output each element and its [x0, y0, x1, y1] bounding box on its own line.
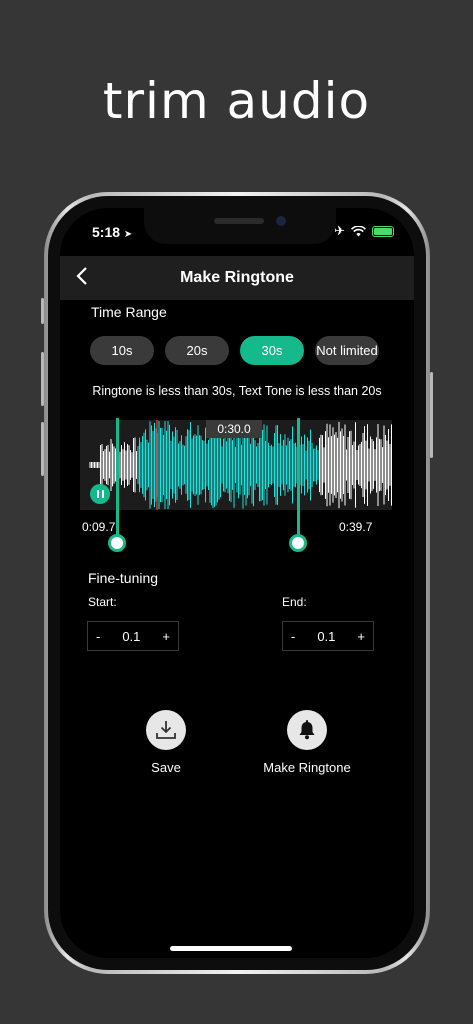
- start-label: Start:: [88, 595, 117, 609]
- make-ringtone-button[interactable]: [287, 710, 327, 750]
- phone-frame: 5:18 ➤ ✈ Make Ringtone Time Range 10s 20…: [44, 192, 430, 974]
- battery-icon: [372, 225, 394, 237]
- navigation-bar: Make Ringtone: [60, 256, 414, 300]
- pause-icon-bar: [96, 490, 99, 498]
- front-camera: [276, 216, 286, 226]
- phone-power-button: [430, 372, 433, 458]
- end-increment-button[interactable]: +: [357, 629, 365, 644]
- pause-icon-bar: [101, 490, 104, 498]
- back-button[interactable]: [76, 266, 96, 290]
- chevron-left-icon: [76, 267, 87, 285]
- start-handle-line[interactable]: [116, 418, 119, 543]
- end-handle-knob[interactable]: [289, 534, 307, 552]
- promo-title: trim audio: [102, 72, 371, 130]
- start-handle-knob[interactable]: [108, 534, 126, 552]
- end-handle-line[interactable]: [297, 418, 300, 543]
- home-indicator: [170, 946, 292, 951]
- airplane-icon: ✈: [334, 223, 345, 238]
- selection-duration: 0:30.0: [206, 420, 262, 438]
- speaker-grille: [214, 218, 264, 224]
- duration-hint: Ringtone is less than 30s, Text Tone is …: [92, 384, 382, 398]
- start-increment-button[interactable]: +: [162, 629, 170, 644]
- status-time-text: 5:18: [92, 224, 121, 240]
- status-icons: ✈: [334, 223, 394, 239]
- end-time-label: 0:39.7: [339, 520, 373, 534]
- app-screen: 5:18 ➤ ✈ Make Ringtone Time Range 10s 20…: [60, 208, 414, 958]
- end-decrement-button[interactable]: -: [291, 629, 295, 644]
- start-decrement-button[interactable]: -: [96, 629, 100, 644]
- time-range-20s[interactable]: 20s: [165, 336, 229, 365]
- start-time-label: 0:09.7: [82, 520, 116, 534]
- status-time: 5:18 ➤: [92, 224, 132, 240]
- bell-icon: [299, 720, 315, 740]
- wifi-icon: [351, 225, 366, 236]
- time-range-30s[interactable]: 30s: [240, 336, 304, 365]
- time-range-10s[interactable]: 10s: [90, 336, 154, 365]
- save-label: Save: [151, 760, 181, 775]
- make-ringtone-label: Make Ringtone: [263, 760, 351, 775]
- fine-tuning-label: Fine-tuning: [88, 570, 159, 586]
- save-button[interactable]: [146, 710, 186, 750]
- end-label: End:: [282, 595, 307, 609]
- location-arrow-icon: ➤: [123, 229, 133, 240]
- start-value: 0.1: [122, 628, 141, 644]
- page-title: Make Ringtone: [180, 269, 294, 286]
- time-range-not-limited[interactable]: Not limited: [315, 336, 379, 365]
- start-stepper: - 0.1 +: [87, 621, 179, 651]
- time-range-label: Time Range: [91, 304, 167, 320]
- end-stepper: - 0.1 +: [282, 621, 374, 651]
- pause-button[interactable]: [90, 484, 110, 504]
- download-icon: [156, 721, 176, 739]
- end-value: 0.1: [317, 628, 336, 644]
- time-range-options: 10s 20s 30s Not limited: [90, 336, 379, 365]
- notch: [144, 208, 336, 244]
